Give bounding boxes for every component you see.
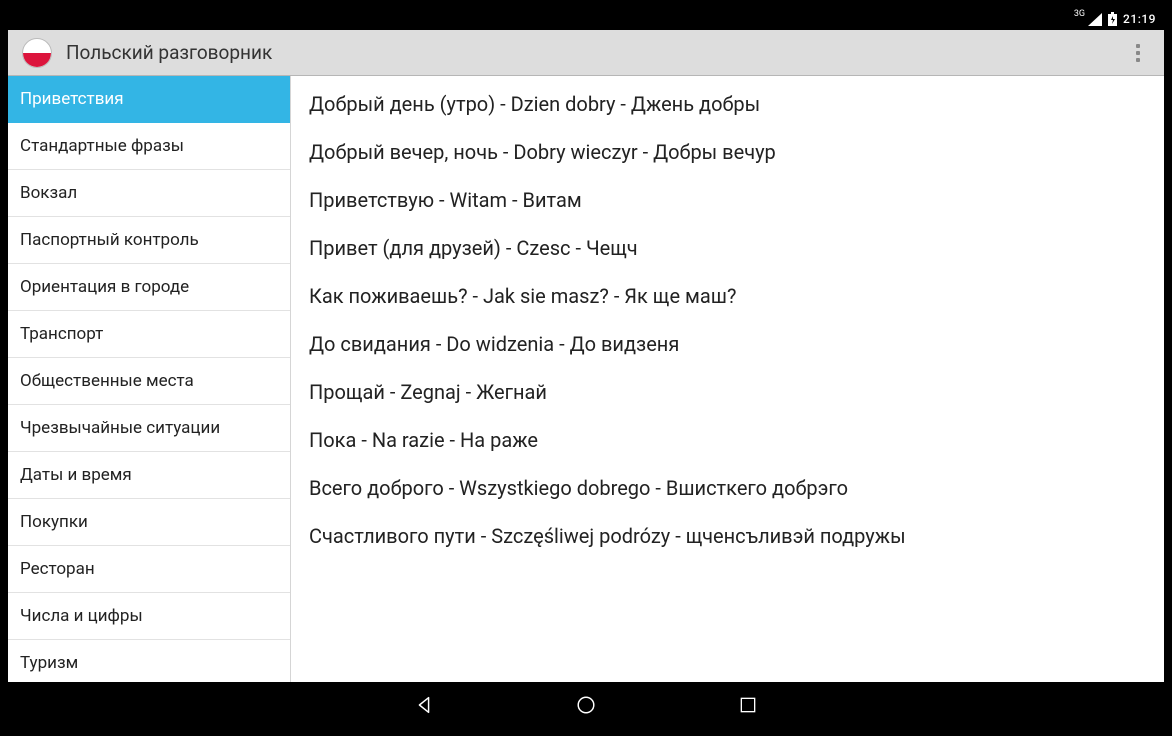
system-nav-bar	[8, 682, 1164, 728]
content-area: Приветствия Стандартные фразы Вокзал Паспор…	[8, 76, 1164, 682]
phrase-list[interactable]: Добрый день (утро) - Dzien dobry - Джень…	[291, 76, 1164, 682]
sidebar-item[interactable]: Ресторан	[8, 546, 290, 593]
sidebar-item-label: Даты и время	[20, 465, 132, 485]
sidebar-item-label: Общественные места	[20, 371, 194, 391]
sidebar-item[interactable]: Паспортный контроль	[8, 217, 290, 264]
home-circle-icon	[575, 694, 597, 716]
sidebar-item[interactable]: Чрезвычайные ситуации	[8, 405, 290, 452]
phrase-text: Прощай - Zegnaj - Жегнай	[309, 380, 547, 404]
status-time: 21:19	[1123, 12, 1156, 26]
sidebar-item-label: Приветствия	[20, 89, 124, 109]
nav-back-button[interactable]	[403, 684, 445, 726]
recent-square-icon	[738, 695, 758, 715]
back-triangle-icon	[413, 694, 435, 716]
sidebar-item[interactable]: Стандартные фразы	[8, 123, 290, 170]
sidebar-item[interactable]: Приветствия	[8, 76, 290, 123]
phrase-item[interactable]: Добрый вечер, ночь - Dobry wieczyr - Доб…	[291, 128, 1164, 176]
phrase-item[interactable]: Как поживаешь? - Jak sie masz? - Як ще м…	[291, 272, 1164, 320]
sidebar-item[interactable]: Общественные места	[8, 358, 290, 405]
overflow-menu-button[interactable]	[1120, 35, 1156, 71]
phrase-item[interactable]: Всего доброго - Wszystkiego dobrego - Вш…	[291, 464, 1164, 512]
sidebar-item[interactable]: Покупки	[8, 499, 290, 546]
battery-charging-icon	[1108, 12, 1117, 26]
sidebar-item-label: Ориентация в городе	[20, 277, 189, 297]
phrase-text: Приветствую - Witam - Витам	[309, 188, 582, 212]
sidebar-item-label: Покупки	[20, 512, 88, 532]
poland-flag-icon	[22, 38, 52, 68]
sidebar-item-label: Числа и цифры	[20, 606, 143, 626]
sidebar-item[interactable]: Даты и время	[8, 452, 290, 499]
phrase-item[interactable]: До свидания - Do widzenia - До видзеня	[291, 320, 1164, 368]
phrase-text: Пока - Na razie - На раже	[309, 428, 538, 452]
more-vert-icon	[1136, 44, 1140, 62]
phrase-item[interactable]: Привет (для друзей) - Czesc - Чещч	[291, 224, 1164, 272]
sidebar-item-label: Стандартные фразы	[20, 136, 184, 156]
phrase-text: Всего доброго - Wszystkiego dobrego - Вш…	[309, 476, 848, 500]
sidebar-item-label: Транспорт	[20, 324, 103, 344]
app-title: Польский разговорник	[66, 41, 272, 64]
phrase-text: Счастливого пути - Szczęśliwej podrózy -…	[309, 524, 906, 548]
phrase-text: Добрый вечер, ночь - Dobry wieczyr - Доб…	[309, 140, 776, 164]
phrase-text: Добрый день (утро) - Dzien dobry - Джень…	[309, 92, 760, 116]
sidebar-item-label: Ресторан	[20, 559, 95, 579]
phrase-item[interactable]: Счастливого пути - Szczęśliwej podrózy -…	[291, 512, 1164, 560]
phrase-text: Как поживаешь? - Jak sie masz? - Як ще м…	[309, 284, 736, 308]
phrase-item[interactable]: Прощай - Zegnaj - Жегнай	[291, 368, 1164, 416]
sidebar-item[interactable]: Транспорт	[8, 311, 290, 358]
nav-home-button[interactable]	[565, 684, 607, 726]
sidebar-item[interactable]: Числа и цифры	[8, 593, 290, 640]
app-bar: Польский разговорник	[8, 30, 1164, 76]
network-type-label: 3G	[1074, 10, 1085, 19]
phrase-item[interactable]: Приветствую - Witam - Витам	[291, 176, 1164, 224]
phrase-text: До свидания - Do widzenia - До видзеня	[309, 332, 679, 356]
phrase-text: Привет (для друзей) - Czesc - Чещч	[309, 236, 638, 260]
nav-recent-button[interactable]	[727, 684, 769, 726]
status-bar: 3G 21:19	[8, 8, 1164, 30]
sidebar-item-label: Туризм	[20, 653, 78, 673]
category-sidebar[interactable]: Приветствия Стандартные фразы Вокзал Паспор…	[8, 76, 291, 682]
sidebar-item[interactable]: Ориентация в городе	[8, 264, 290, 311]
sidebar-item[interactable]: Вокзал	[8, 170, 290, 217]
phrase-item[interactable]: Добрый день (утро) - Dzien dobry - Джень…	[291, 80, 1164, 128]
sidebar-item[interactable]: Туризм	[8, 640, 290, 682]
signal-icon	[1088, 13, 1102, 26]
sidebar-item-label: Паспортный контроль	[20, 230, 199, 250]
sidebar-item-label: Чрезвычайные ситуации	[20, 418, 220, 438]
device-frame: 3G 21:19 Польский разговорник Приветстви…	[8, 8, 1164, 728]
phrase-item[interactable]: Пока - Na razie - На раже	[291, 416, 1164, 464]
sidebar-item-label: Вокзал	[20, 183, 77, 203]
